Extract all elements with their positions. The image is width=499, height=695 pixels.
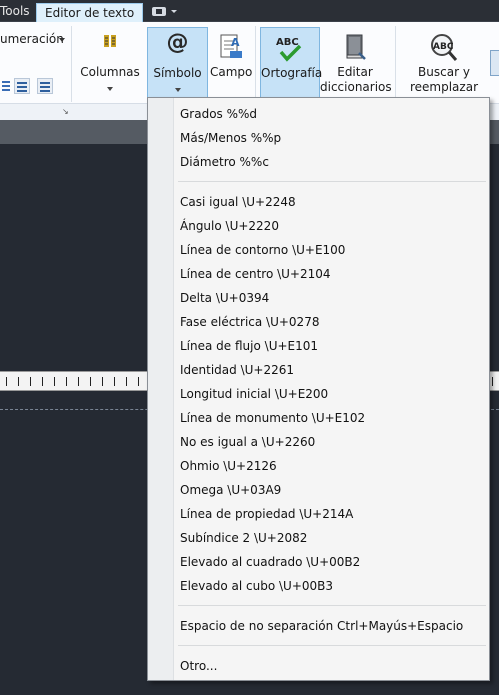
- symbol-menu-item[interactable]: Línea de contorno \U+E100: [174, 239, 488, 261]
- columns-label: Columnas: [80, 65, 140, 79]
- tab-editor-de-texto[interactable]: Editor de texto: [36, 3, 144, 23]
- ribbon-separator: [395, 26, 396, 102]
- ruler-tick: [90, 377, 91, 386]
- tab-tools[interactable]: Tools: [0, 4, 30, 18]
- ruler-tick: [78, 377, 79, 386]
- ruler-tick: [30, 377, 31, 386]
- svg-text:ABC: ABC: [433, 42, 454, 52]
- field-icon: A: [220, 34, 242, 58]
- symbol-menu-item[interactable]: Ohmio \U+2126: [174, 455, 488, 477]
- chevron-down-icon: [174, 88, 181, 92]
- symbol-menu-item[interactable]: Línea de propiedad \U+214A: [174, 503, 488, 525]
- menu-divider: [178, 605, 486, 606]
- symbol-button[interactable]: @ Símbolo: [147, 27, 208, 99]
- ruler-tick: [114, 377, 115, 386]
- ruler-tick: [6, 377, 7, 386]
- symbol-menu-item[interactable]: Elevado al cubo \U+00B3: [174, 575, 488, 597]
- field-button[interactable]: A Campo: [210, 27, 252, 99]
- menu-divider: [178, 645, 486, 646]
- ribbon-separator: [255, 26, 256, 102]
- ruler-tick: [102, 377, 103, 386]
- svg-text:ABC: ABC: [276, 37, 299, 48]
- symbol-label: Símbolo: [153, 66, 202, 80]
- symbol-menu-item[interactable]: Línea de monumento \U+E102: [174, 407, 488, 429]
- symbol-menu: Grados %%d Más/Menos %%p Diámetro %%c Casi …: [147, 97, 490, 681]
- at-sign-icon: @: [166, 30, 189, 55]
- line-spacing-button[interactable]: [37, 78, 53, 94]
- columns-icon: [104, 35, 116, 47]
- symbol-menu-item[interactable]: Elevado al cuadrado \U+00B2: [174, 551, 488, 573]
- spell-check-button[interactable]: ABC Ortografía: [260, 27, 323, 99]
- chevron-down-icon: [107, 87, 113, 91]
- symbol-menu-item[interactable]: Diámetro %%c: [174, 151, 488, 173]
- symbol-menu-item[interactable]: Delta \U+0394: [174, 287, 488, 309]
- ribbon-separator: [71, 26, 72, 102]
- symbol-menu-item[interactable]: Línea de flujo \U+E101: [174, 335, 488, 357]
- symbol-menu-item[interactable]: Grados %%d: [174, 103, 488, 125]
- ribbon-tab-strip: Tools Editor de texto: [0, 0, 499, 23]
- symbol-menu-item[interactable]: Otro...: [174, 655, 488, 677]
- quick-access-dropdown[interactable]: [150, 5, 180, 19]
- symbol-menu-item[interactable]: Espacio de no separación Ctrl+Mayús+Espa…: [174, 615, 488, 637]
- spell-check-icon: ABC: [276, 37, 302, 62]
- ribbon-overflow-button[interactable]: [490, 50, 499, 76]
- workspace-icon: [152, 7, 166, 16]
- numbering-dropdown[interactable]: umeración: [0, 32, 64, 46]
- symbol-menu-item[interactable]: Ángulo \U+2220: [174, 215, 488, 237]
- find-replace-label: Buscar y reemplazar: [409, 65, 478, 94]
- magnifier-icon: ABC: [431, 34, 458, 61]
- symbol-menu-item[interactable]: Línea de centro \U+2104: [174, 263, 488, 285]
- symbol-menu-item[interactable]: Longitud inicial \U+E200: [174, 383, 488, 405]
- symbol-menu-item[interactable]: Fase eléctrica \U+0278: [174, 311, 488, 333]
- edit-dictionaries-button[interactable]: Editar diccionarios: [320, 27, 392, 99]
- menu-icon-gutter: [148, 98, 174, 680]
- svg-text:A: A: [231, 36, 240, 49]
- symbol-menu-item[interactable]: Casi igual \U+2248: [174, 191, 488, 213]
- field-label: Campo: [210, 65, 253, 79]
- symbol-menu-item[interactable]: Omega \U+03A9: [174, 479, 488, 501]
- panel-launcher-icon[interactable]: ↘: [62, 107, 69, 116]
- ruler-tick: [126, 377, 127, 386]
- symbol-menu-item[interactable]: Subíndice 2 \U+2082: [174, 527, 488, 549]
- chevron-down-icon: [171, 10, 177, 13]
- ruler-tick: [42, 377, 43, 386]
- dictionary-icon: [346, 34, 366, 60]
- symbol-menu-item[interactable]: No es igual a \U+2260: [174, 431, 488, 453]
- columns-button[interactable]: Columnas: [78, 27, 142, 99]
- edit-dictionaries-label: Editar diccionarios: [320, 65, 392, 94]
- align-left-button[interactable]: [14, 78, 30, 94]
- ruler-tick: [492, 377, 493, 386]
- symbol-menu-item[interactable]: Identidad \U+2261: [174, 359, 488, 381]
- ruler-tick: [54, 377, 55, 386]
- spell-check-label: Ortografía: [261, 66, 323, 80]
- find-replace-button[interactable]: ABC Buscar y reemplazar: [404, 27, 484, 99]
- symbol-menu-item[interactable]: Más/Menos %%p: [174, 127, 488, 149]
- ruler-tick: [138, 377, 139, 386]
- ruler-tick: [66, 377, 67, 386]
- ruler-tick: [18, 377, 19, 386]
- menu-divider: [178, 181, 486, 182]
- chevron-down-icon: [59, 38, 65, 42]
